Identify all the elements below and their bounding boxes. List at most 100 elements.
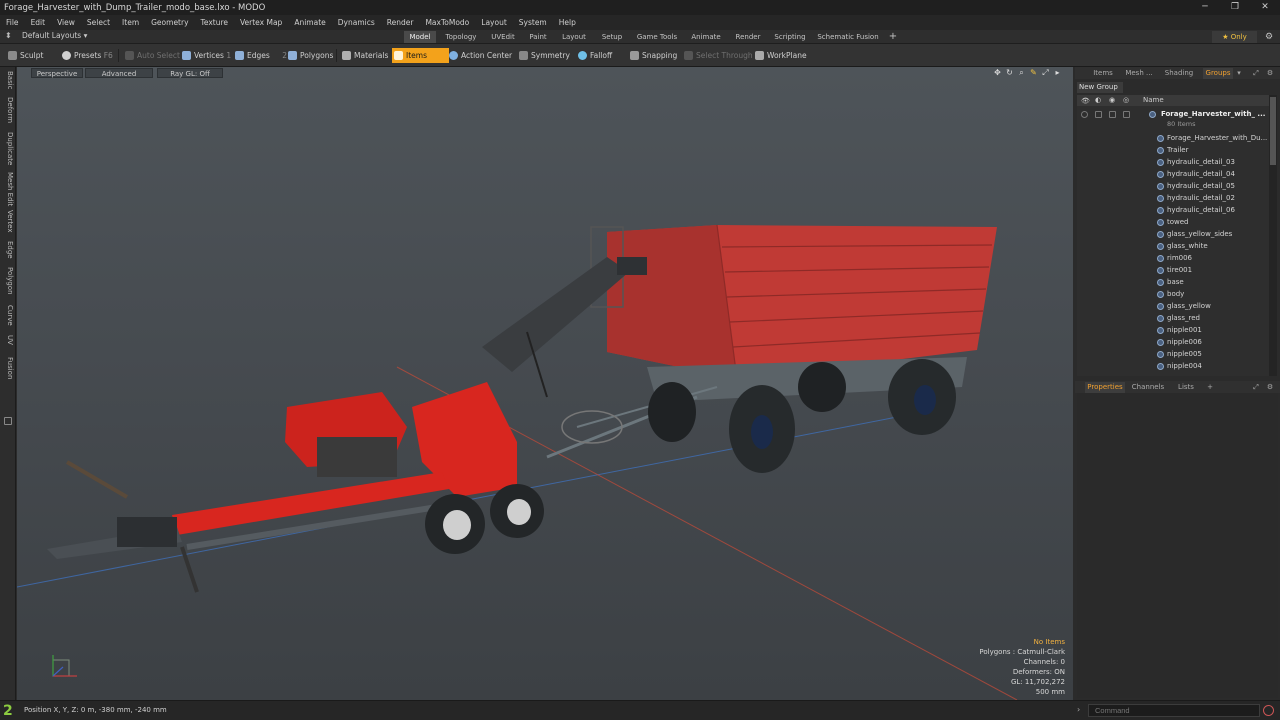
vtab-curve[interactable]: Curve [2,305,14,326]
tab-animate[interactable]: Animate [686,31,726,43]
list-item[interactable]: glass_yellow_sides [1077,228,1269,240]
materials-button[interactable]: Materials [340,48,388,63]
menu-layout[interactable]: Layout [475,18,513,27]
tab-channels[interactable]: Channels [1129,382,1167,393]
list-item[interactable]: Forage_Harvester_with_Du... [1077,132,1269,144]
view-options-icon[interactable]: ✎ [1029,68,1038,77]
list-item[interactable]: nipple001 [1077,324,1269,336]
zoom-view-icon[interactable]: ⌕ [1017,68,1026,77]
menu-item[interactable]: Item [116,18,145,27]
menu-system[interactable]: System [513,18,553,27]
list-item[interactable]: hydraulic_detail_05 [1077,180,1269,192]
move-view-icon[interactable]: ✥ [993,68,1002,77]
menu-select[interactable]: Select [81,18,116,27]
menu-edit[interactable]: Edit [25,18,52,27]
vtab-vertex[interactable]: Vertex [2,210,14,233]
maximize-view-icon[interactable]: ⤢ [1041,68,1050,77]
list-item[interactable]: body [1077,288,1269,300]
auto-select-button[interactable]: Auto Select [123,48,180,63]
panel-maximize-icon[interactable]: ⤢ [1251,68,1261,79]
tab-shading[interactable]: Shading [1163,68,1195,79]
name-column-header[interactable]: Name [1143,95,1164,106]
tabs-menu-icon[interactable]: ▾ [1235,68,1243,79]
menu-maxtomodo[interactable]: MaxToModo [419,18,475,27]
vtab-polygon[interactable]: Polygon [2,267,14,295]
vtab-deform[interactable]: Deform [2,97,14,123]
vtab-duplicate[interactable]: Duplicate [2,132,14,165]
tab-properties[interactable]: Properties [1085,382,1125,393]
minimize-button[interactable]: ─ [1190,0,1220,15]
tab-layout[interactable]: Layout [556,31,592,43]
list-item[interactable]: nipple004 [1077,360,1269,372]
render-toggle[interactable] [1095,111,1102,118]
list-item[interactable]: hydraulic_detail_04 [1077,168,1269,180]
scroll-thumb[interactable] [1270,97,1276,165]
list-item[interactable]: glass_yellow [1077,300,1269,312]
add-prop-tab-button[interactable]: + [1205,382,1215,393]
add-tab-button[interactable]: + [886,31,900,43]
tab-setup[interactable]: Setup [596,31,628,43]
menu-render[interactable]: Render [381,18,420,27]
list-item[interactable]: glass_white [1077,240,1269,252]
shading-dropdown[interactable]: Advanced [85,68,153,78]
tab-lists[interactable]: Lists [1171,382,1201,393]
raygl-toggle[interactable]: Ray GL: Off [157,68,223,78]
list-item[interactable]: nipple005 [1077,348,1269,360]
sculpt-button[interactable]: Sculpt [6,48,43,63]
menu-animate[interactable]: Animate [288,18,331,27]
list-item[interactable]: base [1077,276,1269,288]
list-item[interactable]: hydraulic_detail_02 [1077,192,1269,204]
close-button[interactable]: ✕ [1250,0,1280,15]
vtab-fusion[interactable]: Fusion [2,357,14,379]
layout-dropdown[interactable]: Default Layouts ▾ [22,31,87,40]
items-button[interactable]: Items [392,48,449,63]
select-toggle[interactable] [1123,111,1130,118]
list-item[interactable]: rim006 [1077,252,1269,264]
falloff-button[interactable]: Falloff [576,48,612,63]
list-item[interactable]: hydraulic_detail_06 [1077,204,1269,216]
presets-button[interactable]: Presets F6 [60,48,113,63]
symmetry-button[interactable]: Symmetry [517,48,570,63]
tab-game-tools[interactable]: Game Tools [632,31,682,43]
snapping-button[interactable]: Snapping [628,48,677,63]
tab-topology[interactable]: Topology [440,31,482,43]
panel-options-icon[interactable]: ⚙ [1265,68,1275,79]
lock-toggle[interactable] [1109,111,1116,118]
workplane-button[interactable]: WorkPlane [753,48,807,63]
action-center-button[interactable]: Action Center [447,48,512,63]
vtab-edge[interactable]: Edge [2,241,14,259]
list-item[interactable]: glass_red [1077,312,1269,324]
list-item[interactable]: tire001 [1077,264,1269,276]
vtab-basic[interactable]: Basic [2,71,14,90]
view-menu-icon[interactable]: ▸ [1053,68,1062,77]
menu-view[interactable]: View [51,18,81,27]
menu-dynamics[interactable]: Dynamics [332,18,381,27]
view-type-dropdown[interactable]: Perspective [31,68,83,78]
pin-icon[interactable]: ⬍ [5,31,12,40]
menu-file[interactable]: File [0,18,25,27]
panel-toggle-icon[interactable] [4,417,12,425]
list-item[interactable]: nipple006 [1077,336,1269,348]
tab-model[interactable]: Model [404,31,436,43]
tab-scripting[interactable]: Scripting [770,31,810,43]
prop-maximize-icon[interactable]: ⤢ [1251,382,1261,393]
tab-mesh[interactable]: Mesh ... [1123,68,1155,79]
select-through-button[interactable]: Select Through [682,48,753,63]
tab-groups[interactable]: Groups [1203,68,1233,79]
3d-viewport[interactable]: Perspective Advanced Ray GL: Off ✥ ↻ ⌕ ✎… [17,67,1073,700]
maximize-button[interactable]: ❐ [1220,0,1250,15]
gear-icon[interactable]: ⚙ [1262,31,1276,43]
edges-button[interactable]: Edges 2 [233,48,287,63]
vertices-button[interactable]: Vertices 1 [180,48,231,63]
tab-schematic-fusion[interactable]: Schematic Fusion [814,31,882,43]
polygons-button[interactable]: Polygons [286,48,333,63]
eye-icon[interactable] [1081,111,1088,118]
list-item-group[interactable]: Forage_Harvester_with_ ... 80 Items [1077,108,1269,130]
list-scrollbar[interactable] [1269,95,1277,376]
prop-options-icon[interactable]: ⚙ [1265,382,1275,393]
tab-paint[interactable]: Paint [524,31,552,43]
list-item[interactable]: hydraulic_detail_03 [1077,156,1269,168]
tab-items[interactable]: Items [1091,68,1115,79]
menu-help[interactable]: Help [553,18,582,27]
list-item[interactable]: towed [1077,216,1269,228]
